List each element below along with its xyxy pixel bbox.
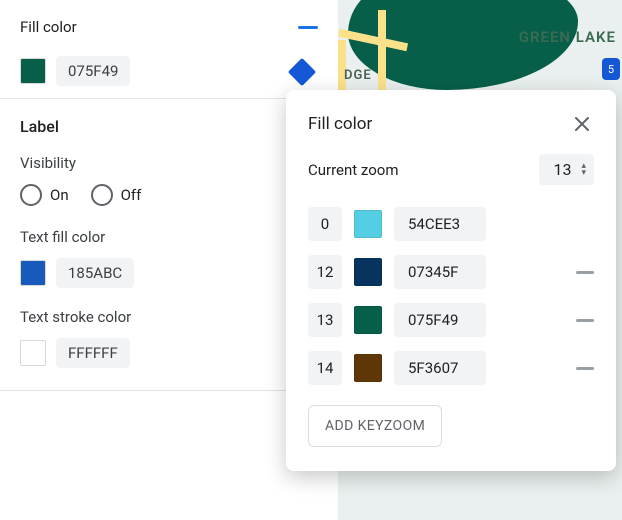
visibility-on-radio[interactable]: On [20,184,69,206]
current-zoom-label: Current zoom [308,161,399,179]
zoom-stop-key[interactable]: 13 [308,303,342,337]
zoom-stop-key[interactable]: 12 [308,255,342,289]
text-stroke-label: Text stroke color [20,308,318,326]
radio-icon [20,184,42,206]
fill-color-hex[interactable]: 075F49 [56,56,130,86]
map-place-label: DGE [344,68,372,83]
highway-shield: 5 [602,58,620,80]
text-fill-label: Text fill color [20,228,318,246]
collapse-icon[interactable] [298,26,318,29]
zoom-stop-swatch[interactable] [354,210,382,238]
text-fill-hex[interactable]: 185ABC [56,258,134,288]
zoom-stop-key[interactable]: 0 [308,207,342,241]
visibility-label: Visibility [20,154,318,172]
map-place-label: GREEN LAKE [519,28,616,46]
zoom-stops-list: 0 54CEE3 12 07345F 13 075F49 14 5F3607 [308,207,594,385]
remove-stop-icon[interactable] [576,367,594,370]
zoom-stop-swatch[interactable] [354,354,382,382]
remove-stop-icon[interactable] [576,271,594,274]
zoom-value: 13 [553,160,571,179]
zoom-stepper[interactable]: 13 ▴▾ [539,154,594,185]
zoom-stop-row: 13 075F49 [308,303,594,337]
remove-stop-icon[interactable] [576,319,594,322]
radio-label: On [50,186,69,204]
fill-color-section: Fill color 075F49 [0,0,338,99]
stepper-arrows-icon[interactable]: ▴▾ [581,163,586,177]
map-road [378,10,386,100]
zoom-stop-swatch[interactable] [354,258,382,286]
zoom-stop-swatch[interactable] [354,306,382,334]
label-heading: Label [20,117,318,136]
text-fill-swatch[interactable] [20,260,46,286]
zoom-stop-hex[interactable]: 54CEE3 [394,207,486,241]
zoom-stop-key[interactable]: 14 [308,351,342,385]
zoom-stop-row: 14 5F3607 [308,351,594,385]
zoom-stop-hex[interactable]: 075F49 [394,303,486,337]
fill-color-swatch[interactable] [20,58,46,84]
radio-icon [91,184,113,206]
zoom-stop-hex[interactable]: 5F3607 [394,351,486,385]
add-keyzoom-button[interactable]: ADD KEYZOOM [308,405,442,447]
fill-color-title: Fill color [20,18,77,36]
radio-label: Off [121,186,142,204]
close-icon[interactable] [570,112,594,136]
popover-title: Fill color [308,114,372,134]
text-stroke-swatch[interactable] [20,340,46,366]
text-stroke-hex[interactable]: FFFFFF [56,338,130,368]
zoom-stop-hex[interactable]: 07345F [394,255,486,289]
zoom-stop-row: 0 54CEE3 [308,207,594,241]
zoom-stop-row: 12 07345F [308,255,594,289]
fill-color-popover: Fill color Current zoom 13 ▴▾ 054CEE3120… [286,90,616,471]
visibility-off-radio[interactable]: Off [91,184,142,206]
